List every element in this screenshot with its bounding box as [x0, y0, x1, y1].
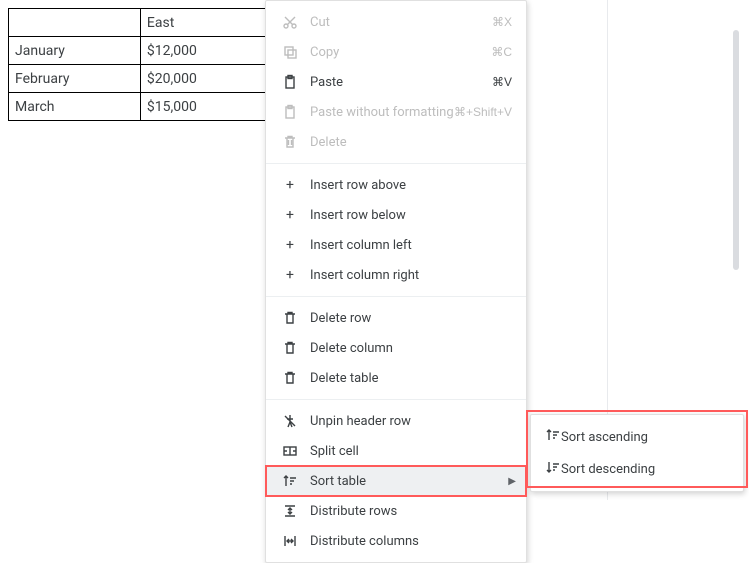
menu-label: Delete row — [310, 311, 512, 326]
table-cell[interactable]: $12,000 — [140, 37, 279, 65]
menu-label: Distribute columns — [310, 534, 512, 549]
trash-icon — [280, 310, 300, 326]
menu-delete-col[interactable]: Delete column — [266, 333, 526, 363]
menu-label: Sort ascending — [561, 430, 648, 445]
menu-separator — [266, 163, 526, 164]
table-cell[interactable]: East — [140, 9, 279, 37]
menu-split-cell[interactable]: Split cell — [266, 436, 526, 466]
copy-icon — [280, 44, 300, 60]
menu-delete[interactable]: Delete — [266, 127, 526, 157]
menu-insert-col-left[interactable]: + Insert column left — [266, 230, 526, 260]
paste-plain-icon — [280, 104, 300, 120]
cut-icon — [280, 14, 300, 30]
menu-label: Distribute rows — [310, 504, 512, 519]
menu-label: Paste — [310, 75, 492, 90]
table-cell[interactable]: March — [9, 93, 141, 121]
menu-label: Unpin header row — [310, 414, 512, 429]
menu-label: Cut — [310, 15, 492, 30]
submenu-sort-asc[interactable]: Sort ascending — [531, 421, 743, 453]
context-menu: Cut ⌘X Copy ⌘C Paste ⌘V Paste without fo… — [265, 0, 527, 563]
table-cell[interactable]: January — [9, 37, 141, 65]
unpin-icon — [280, 413, 300, 429]
trash-icon — [280, 134, 300, 150]
menu-label: Insert column right — [310, 268, 512, 283]
sort-submenu: Sort ascending Sort descending — [530, 414, 744, 492]
menu-shortcut: ⌘X — [492, 15, 512, 29]
menu-dist-rows[interactable]: Distribute rows — [266, 496, 526, 526]
menu-unpin-header[interactable]: Unpin header row — [266, 406, 526, 436]
menu-sort-table[interactable]: Sort table ▶ — [266, 466, 526, 496]
menu-label: Paste without formatting — [310, 105, 454, 120]
menu-dist-cols[interactable]: Distribute columns — [266, 526, 526, 556]
menu-separator — [266, 296, 526, 297]
distribute-rows-icon — [280, 503, 300, 519]
sort-icon — [280, 473, 300, 489]
plus-icon: + — [280, 267, 300, 283]
trash-icon — [280, 340, 300, 356]
menu-insert-row-below[interactable]: + Insert row below — [266, 200, 526, 230]
menu-label: Sort descending — [561, 462, 655, 477]
menu-label: Delete column — [310, 341, 512, 356]
paste-icon — [280, 74, 300, 90]
table-cell[interactable]: $15,000 — [140, 93, 279, 121]
menu-paste[interactable]: Paste ⌘V — [266, 67, 526, 97]
plus-icon: + — [280, 237, 300, 253]
plus-icon: + — [280, 177, 300, 193]
distribute-cols-icon — [280, 533, 300, 549]
menu-shortcut: ⌘V — [492, 75, 512, 89]
menu-paste-nofmt[interactable]: Paste without formatting ⌘+Shift+V — [266, 97, 526, 127]
menu-delete-row[interactable]: Delete row — [266, 303, 526, 333]
menu-shortcut: ⌘C — [491, 45, 512, 59]
menu-cut[interactable]: Cut ⌘X — [266, 7, 526, 37]
table-cell[interactable]: February — [9, 65, 141, 93]
table-cell[interactable] — [9, 9, 141, 37]
menu-label: Insert row below — [310, 208, 512, 223]
menu-label: Sort table — [310, 474, 512, 489]
plus-icon: + — [280, 207, 300, 223]
menu-shortcut: ⌘+Shift+V — [454, 105, 512, 119]
trash-icon — [280, 370, 300, 386]
menu-delete-table[interactable]: Delete table — [266, 363, 526, 393]
menu-label: Insert row above — [310, 178, 512, 193]
menu-insert-col-right[interactable]: + Insert column right — [266, 260, 526, 290]
menu-insert-row-above[interactable]: + Insert row above — [266, 170, 526, 200]
menu-label: Split cell — [310, 444, 512, 459]
submenu-arrow-icon: ▶ — [508, 476, 516, 487]
menu-label: Insert column left — [310, 238, 512, 253]
menu-label: Delete table — [310, 371, 512, 386]
menu-label: Delete — [310, 135, 512, 150]
split-cell-icon — [280, 443, 300, 459]
table-cell[interactable]: $20,000 — [140, 65, 279, 93]
sort-desc-icon — [545, 459, 561, 479]
sort-asc-icon — [545, 427, 561, 447]
submenu-sort-desc[interactable]: Sort descending — [531, 453, 743, 485]
menu-separator — [266, 399, 526, 400]
menu-label: Copy — [310, 45, 491, 60]
menu-copy[interactable]: Copy ⌘C — [266, 37, 526, 67]
